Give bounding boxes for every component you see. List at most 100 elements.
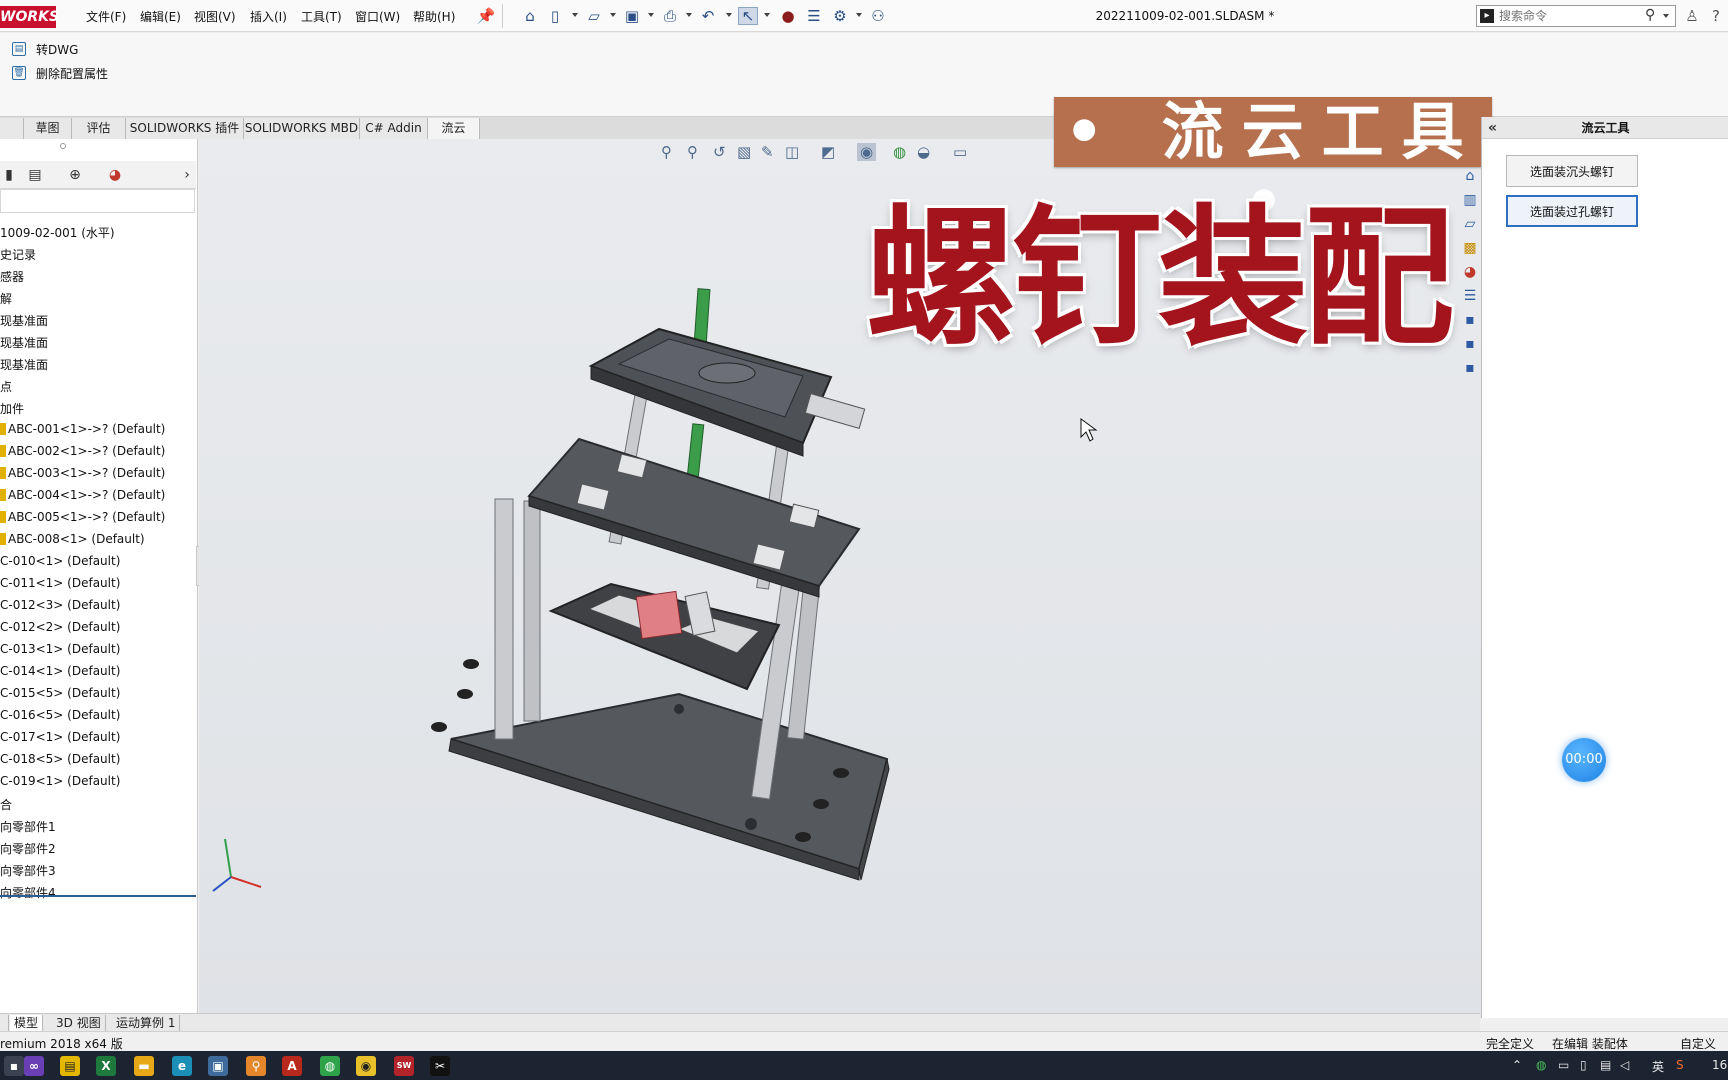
home-icon[interactable]: ⌂	[520, 7, 540, 25]
tab-motion-study-1[interactable]: 运动算例 1	[112, 1015, 181, 1031]
undo-dropdown-chevron[interactable]	[726, 13, 732, 17]
tray-wechat-icon[interactable]: ◍	[1536, 1058, 1546, 1072]
feature-tree-item[interactable]: 1009-02-001 (水平)	[0, 224, 115, 241]
options-gear-icon[interactable]: ⚙	[830, 7, 850, 25]
solidworks-taskbar-icon[interactable]: SW	[394, 1056, 414, 1076]
feature-tree-item[interactable]: 加件	[0, 400, 24, 417]
feature-tree-item[interactable]: 向零部件2	[0, 840, 56, 857]
new-dropdown-chevron[interactable]	[572, 13, 578, 17]
tab-liuyun[interactable]: 流云	[428, 118, 480, 139]
excel-icon[interactable]: X	[96, 1056, 116, 1076]
menu-help[interactable]: 帮助(H)	[413, 8, 455, 25]
tray-volume-icon[interactable]: ◁	[1620, 1058, 1629, 1072]
options-dropdown-chevron[interactable]	[856, 13, 862, 17]
feature-tree-item[interactable]: ABC-005<1>->? (Default)	[0, 510, 165, 524]
search-input[interactable]	[1499, 8, 1639, 24]
status-units-custom[interactable]: 自定义	[1680, 1035, 1716, 1052]
panel-grip-handle[interactable]	[60, 143, 66, 149]
remote-desktop-icon[interactable]: ▣	[208, 1056, 228, 1076]
menu-window[interactable]: 窗口(W)	[355, 8, 400, 25]
feature-tree-item[interactable]: 向零部件3	[0, 862, 56, 879]
user-login-icon[interactable]: ⚇	[868, 7, 888, 25]
task-pane-tab-2-icon[interactable]: ▪	[1461, 335, 1479, 353]
feature-tree-item[interactable]: 合	[0, 796, 12, 813]
feature-tree-item[interactable]: C-017<1> (Default)	[0, 730, 120, 744]
tab-evaluate[interactable]: 评估	[72, 118, 126, 139]
tray-battery-icon[interactable]: ▯	[1580, 1058, 1587, 1072]
print-icon[interactable]: ⎙	[660, 7, 680, 25]
file-properties-icon[interactable]: ☰	[804, 7, 824, 25]
tray-expand-chevron-icon[interactable]: ⌃	[1512, 1058, 1522, 1072]
file-explorer-icon[interactable]: ▬	[134, 1056, 154, 1076]
collapse-chevron-icon[interactable]: «	[1488, 117, 1497, 139]
notes-app-icon[interactable]: ▤	[60, 1056, 80, 1076]
feature-tree-item[interactable]: C-019<1> (Default)	[0, 774, 120, 788]
feature-tree-item[interactable]: C-011<1> (Default)	[0, 576, 120, 590]
feature-tree-filter-input[interactable]	[0, 189, 195, 213]
menu-file[interactable]: 文件(F)	[86, 8, 126, 25]
feature-tree-item[interactable]: C-018<5> (Default)	[0, 752, 120, 766]
tray-network-icon[interactable]: ▤	[1600, 1058, 1611, 1072]
select-cursor-icon[interactable]: ↖	[738, 7, 758, 25]
tab-solidworks-addins[interactable]: SOLIDWORKS 插件	[126, 118, 244, 139]
select-dropdown-chevron[interactable]	[764, 13, 770, 17]
tray-clock[interactable]: 16	[1712, 1058, 1727, 1072]
feature-tree-item[interactable]: C-013<1> (Default)	[0, 642, 120, 656]
feature-tree-item[interactable]: ABC-002<1>->? (Default)	[0, 444, 165, 458]
search-box[interactable]: ▸ ⚲	[1476, 5, 1676, 27]
search-dropdown-chevron[interactable]	[1663, 14, 1669, 18]
tray-device-icon[interactable]: ▭	[1558, 1058, 1569, 1072]
tab-csharp-addin[interactable]: C# Addin	[360, 118, 428, 139]
feature-tree-item[interactable]: C-014<1> (Default)	[0, 664, 120, 678]
visual-studio-icon[interactable]: ∞	[24, 1056, 44, 1076]
menu-insert[interactable]: 插入(I)	[250, 8, 287, 25]
tab-scroll-left[interactable]	[0, 1015, 9, 1031]
user-account-icon[interactable]: ♙	[1682, 7, 1702, 25]
task-pane-tab-1-icon[interactable]: ▪	[1461, 311, 1479, 329]
wechat-icon[interactable]: ◍	[320, 1056, 340, 1076]
help-question-icon[interactable]: ?	[1706, 7, 1726, 25]
property-manager-tab-icon[interactable]: ▤	[26, 166, 44, 184]
save-icon[interactable]: ▣	[622, 7, 642, 25]
solidworks-resources-home-icon[interactable]: ⌂	[1461, 167, 1479, 185]
feature-tree-item[interactable]: 感器	[0, 268, 24, 285]
tab-sketch[interactable]: 草图	[24, 118, 72, 139]
feature-tree-item[interactable]: 向零部件4	[0, 884, 56, 901]
feature-tree-item[interactable]: 现基准面	[0, 312, 48, 329]
view-palette-icon[interactable]: ▩	[1461, 239, 1479, 257]
pdf-reader-icon[interactable]: A	[282, 1056, 302, 1076]
open-folder-icon[interactable]: ▱	[584, 7, 604, 25]
custom-properties-icon[interactable]: ☰	[1461, 287, 1479, 305]
rebuild-traffic-light-icon[interactable]: ●	[778, 7, 798, 25]
undo-icon[interactable]: ↶	[698, 7, 718, 25]
recording-timer[interactable]: 00:00	[1562, 738, 1606, 782]
feature-tree-item[interactable]: C-015<5> (Default)	[0, 686, 120, 700]
save-dropdown-chevron[interactable]	[648, 13, 654, 17]
edge-browser-icon[interactable]: e	[172, 1056, 192, 1076]
search-tool-icon[interactable]: ⚲	[246, 1056, 266, 1076]
feature-tree-item[interactable]: C-012<3> (Default)	[0, 598, 120, 612]
feature-tree-item[interactable]: ABC-004<1>->? (Default)	[0, 488, 165, 502]
configuration-manager-tab-icon[interactable]: ⊕	[66, 166, 84, 184]
feature-tree-item[interactable]: ABC-001<1>->? (Default)	[0, 422, 165, 436]
design-library-icon[interactable]: ▥	[1461, 191, 1479, 209]
feature-tree-item[interactable]: 解	[0, 290, 12, 307]
tab-solidworks-mbd[interactable]: SOLIDWORKS MBD	[244, 118, 360, 139]
file-explorer-folder-icon[interactable]: ▱	[1461, 215, 1479, 233]
through-hole-screw-button[interactable]: 选面装过孔螺钉	[1506, 195, 1638, 227]
panel-expand-chevron-icon[interactable]: ›	[178, 166, 196, 184]
search-scope-icon[interactable]: ▸	[1480, 9, 1494, 23]
task-view-icon[interactable]: ▪	[4, 1056, 24, 1076]
print-dropdown-chevron[interactable]	[686, 13, 692, 17]
feature-tree-item[interactable]: C-012<2> (Default)	[0, 620, 120, 634]
tray-input-method-icon[interactable]: S	[1676, 1058, 1684, 1072]
countersunk-screw-button[interactable]: 选面装沉头螺钉	[1506, 155, 1638, 187]
feature-tree-tab-icon[interactable]: ▮	[0, 166, 18, 184]
tab-model[interactable]: 模型	[10, 1015, 44, 1031]
feature-tree-item[interactable]: ABC-003<1>->? (Default)	[0, 466, 165, 480]
feature-tree-item[interactable]: 向零部件1	[0, 818, 56, 835]
convert-dwg-button[interactable]: ▤ 转DWG	[12, 39, 78, 59]
pin-icon[interactable]: 📌	[476, 7, 496, 25]
feature-tree-item[interactable]: ABC-008<1> (Default)	[0, 532, 145, 546]
menu-view[interactable]: 视图(V)	[194, 8, 236, 25]
